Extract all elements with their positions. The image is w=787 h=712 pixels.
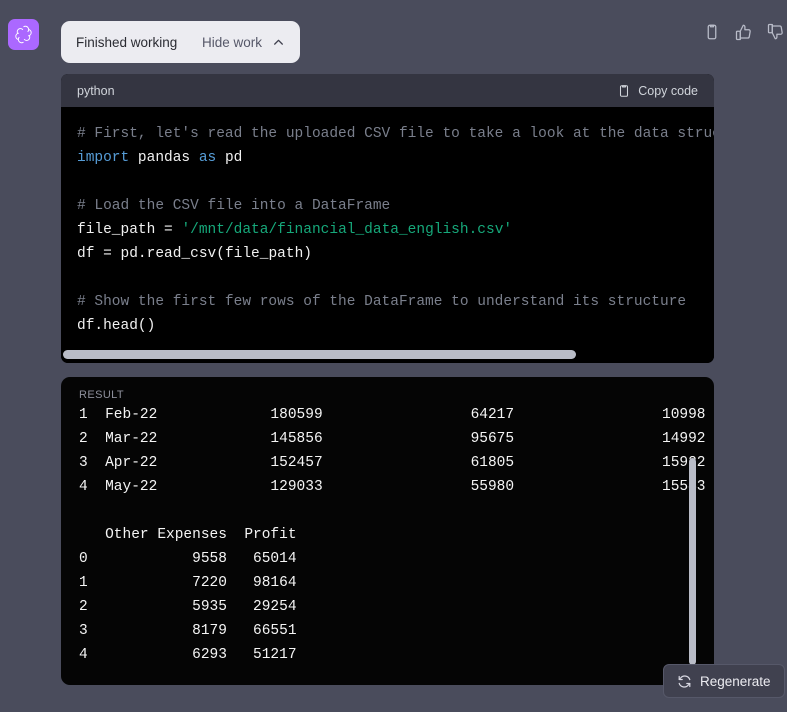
- refresh-icon: [677, 674, 692, 689]
- regenerate-label: Regenerate: [700, 673, 771, 689]
- openai-logo-icon: [13, 24, 34, 45]
- chevron-up-icon: [272, 36, 285, 49]
- finished-working-toggle[interactable]: Finished working Hide work: [61, 21, 300, 63]
- assistant-avatar: [8, 19, 39, 50]
- result-scroll-area[interactable]: RESULT 1 Feb-22 180599 64217 10998 2 Mar-…: [61, 377, 714, 685]
- work-status-label: Finished working: [76, 34, 178, 50]
- code-language-label: python: [77, 83, 115, 98]
- result-block: RESULT 1 Feb-22 180599 64217 10998 2 Mar-…: [61, 377, 714, 685]
- regenerate-button[interactable]: Regenerate: [663, 664, 785, 698]
- thumbs-down-icon[interactable]: [767, 23, 785, 41]
- code-block-body[interactable]: # First, let's read the uploaded CSV fil…: [61, 107, 714, 363]
- code-horizontal-scrollbar[interactable]: [61, 350, 714, 359]
- code-block-header: python Copy code: [61, 74, 714, 107]
- clipboard-icon: [617, 84, 631, 98]
- copy-message-icon[interactable]: [703, 23, 721, 41]
- code-source: # First, let's read the uploaded CSV fil…: [77, 126, 714, 334]
- hide-work-label: Hide work: [201, 34, 262, 50]
- thumbs-up-icon[interactable]: [735, 23, 753, 41]
- result-vertical-scrollbar-thumb[interactable]: [689, 458, 696, 665]
- message-actions: [703, 23, 787, 41]
- code-horizontal-scrollbar-thumb[interactable]: [63, 350, 576, 359]
- copy-code-button[interactable]: Copy code: [617, 84, 698, 98]
- result-output: RESULT 1 Feb-22 180599 64217 10998 2 Mar-…: [79, 389, 706, 663]
- copy-code-label: Copy code: [638, 83, 698, 98]
- code-block: python Copy code # First, let's read the…: [61, 74, 714, 363]
